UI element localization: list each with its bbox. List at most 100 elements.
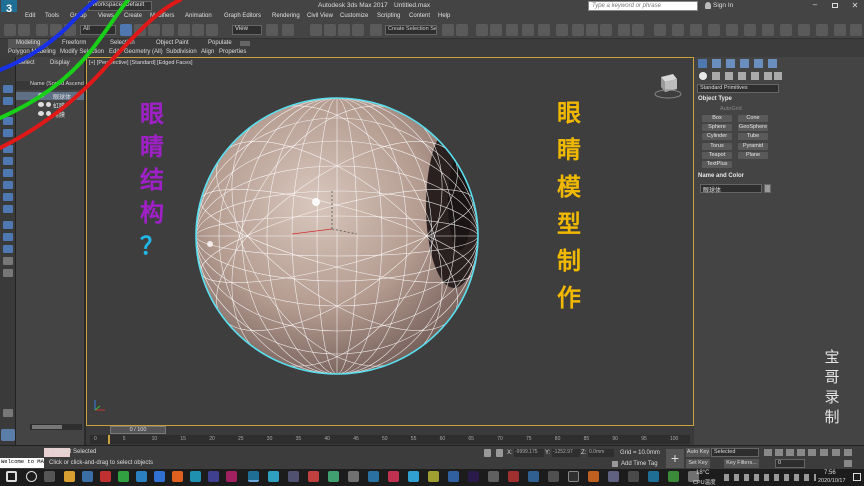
textplus-button[interactable]: TextPlus: [702, 161, 732, 168]
auto-key-button[interactable]: Auto Key: [686, 448, 710, 457]
perspective-viewport[interactable]: [+] [Perspective] [Standard] [Edged Face…: [86, 57, 694, 426]
percent-snap-icon[interactable]: [338, 24, 350, 36]
teapot-button[interactable]: Teapot: [702, 152, 732, 159]
teapot-render-2-icon[interactable]: [632, 24, 644, 36]
task-view-icon[interactable]: [44, 471, 55, 482]
cylinder-button[interactable]: Cylinder: [702, 133, 732, 140]
lock-selection-icon[interactable]: [484, 449, 491, 457]
taskbar-app-7-icon[interactable]: [172, 471, 183, 482]
menu-group[interactable]: Group: [70, 13, 87, 19]
y-coordinate-field[interactable]: -1252.97: [552, 449, 580, 457]
set-key-button[interactable]: Set Key: [686, 459, 710, 468]
taskbar-app-12-icon[interactable]: [288, 471, 299, 482]
time-slider[interactable]: 0 / 100: [110, 426, 166, 434]
maximize-button[interactable]: [826, 0, 844, 11]
material-editor-icon[interactable]: [556, 24, 568, 36]
tool-icon-2[interactable]: [3, 97, 13, 105]
tab-selection[interactable]: Selection: [110, 40, 135, 46]
maxscript-listener[interactable]: Welcome to MAX: [0, 458, 44, 468]
lights-icon[interactable]: [725, 72, 733, 80]
object-color-swatch[interactable]: [764, 184, 771, 193]
cmd-tab-motion-icon[interactable]: [740, 59, 749, 68]
align-icon[interactable]: [456, 24, 468, 36]
sign-in-icon[interactable]: [705, 2, 711, 9]
cmd-tab-utilities-icon[interactable]: [768, 59, 777, 68]
taskbar-app-8-icon[interactable]: [190, 471, 201, 482]
rotate-icon[interactable]: [192, 24, 204, 36]
menu-rendering[interactable]: Rendering: [272, 13, 300, 19]
spinner-snap-icon[interactable]: [352, 24, 364, 36]
space-warps-icon[interactable]: [764, 72, 772, 80]
add-time-tag[interactable]: Add Time Tag: [621, 461, 658, 467]
next-frame-icon[interactable]: [797, 449, 805, 456]
viewport-label[interactable]: [+] [Perspective] [Standard] [Edged Face…: [89, 60, 193, 66]
tool-icon-15[interactable]: [3, 269, 13, 277]
plugin-icon-11[interactable]: [834, 24, 846, 36]
tab-modeling[interactable]: Modeling: [8, 39, 49, 48]
systems-icon[interactable]: [774, 72, 782, 80]
edit-named-selection-icon[interactable]: [370, 24, 382, 36]
set-key-big-button[interactable]: +: [666, 449, 684, 468]
orbit-icon[interactable]: [844, 449, 852, 456]
angle-snap-icon[interactable]: [324, 24, 336, 36]
tray-icons[interactable]: [724, 474, 816, 481]
cmd-tab-display-icon[interactable]: [754, 59, 763, 68]
tool-icon-1[interactable]: [3, 85, 13, 93]
cmd-tab-hierarchy-icon[interactable]: [726, 59, 735, 68]
workspace-selector[interactable]: Workspace: Default: [88, 1, 152, 11]
tool-icon-3[interactable]: [3, 117, 13, 125]
object-name-input[interactable]: 眼球体: [700, 184, 762, 194]
geosphere-button[interactable]: GeoSphere: [738, 124, 768, 131]
visibility-eye-icon[interactable]: [38, 111, 44, 116]
clock-time[interactable]: 7:56: [824, 470, 836, 476]
object-type-header[interactable]: Object Type: [698, 96, 778, 102]
x-coordinate-field[interactable]: -9999.175: [514, 449, 544, 457]
go-to-start-icon[interactable]: [764, 449, 772, 456]
plugin-icon-3[interactable]: [690, 24, 702, 36]
key-mode-dropdown[interactable]: Selected: [711, 448, 759, 457]
plugin-icon-10[interactable]: [816, 24, 828, 36]
scene-item-0[interactable]: 眼球体: [16, 92, 84, 101]
taskbar-app-10-icon[interactable]: [226, 471, 237, 482]
tab-freeform[interactable]: Freeform: [62, 40, 86, 46]
window-crossing-icon[interactable]: [162, 24, 174, 36]
tool-icon-6[interactable]: [3, 157, 13, 165]
taskbar-app-20-icon[interactable]: [448, 471, 459, 482]
taskbar-app-21-icon[interactable]: [488, 471, 499, 482]
taskbar-app-4-icon[interactable]: [118, 471, 129, 482]
cmd-tab-create-icon[interactable]: [698, 59, 707, 68]
menu-modifiers[interactable]: Modifiers: [150, 13, 174, 19]
go-to-end-icon[interactable]: [808, 449, 816, 456]
toggle-scene-explorer-icon[interactable]: [476, 24, 488, 36]
tool-icon-11[interactable]: [3, 221, 13, 229]
ribbon-geometry-all[interactable]: Geometry (All): [124, 49, 163, 55]
teapot-render-icon[interactable]: [618, 24, 630, 36]
menu-tools[interactable]: Tools: [45, 13, 59, 19]
sphere-button[interactable]: Sphere: [702, 124, 732, 131]
viewcube-icon[interactable]: [653, 72, 683, 100]
taskbar-app-15-icon[interactable]: [348, 471, 359, 482]
taskbar-app-25-icon[interactable]: [568, 471, 579, 482]
shapes-icon[interactable]: [712, 72, 720, 80]
pan-icon[interactable]: [832, 449, 840, 456]
render-setup-icon[interactable]: [572, 24, 584, 36]
autogrid-checkbox[interactable]: AutoGrid: [720, 106, 742, 112]
taskbar-app-6-icon[interactable]: [154, 471, 165, 482]
scene-tab-display[interactable]: Display: [50, 60, 70, 66]
toggle-layer-explorer-icon[interactable]: [490, 24, 502, 36]
move-icon[interactable]: [178, 24, 190, 36]
link-icon[interactable]: [36, 24, 48, 36]
search-input[interactable]: Type a keyword or phrase: [588, 1, 698, 11]
taskbar-app-23-icon[interactable]: [528, 471, 539, 482]
pivot-center-icon[interactable]: [266, 24, 278, 36]
name-and-color-header[interactable]: Name and Color: [698, 173, 778, 179]
render-production-icon[interactable]: [600, 24, 612, 36]
cmd-tab-modify-icon[interactable]: [712, 59, 721, 68]
visibility-eye-icon[interactable]: [38, 93, 44, 98]
toggle-ribbon-icon[interactable]: [506, 24, 518, 36]
tool-icon-16[interactable]: [3, 409, 13, 417]
menu-customize[interactable]: Customize: [340, 13, 368, 19]
taskbar-app-19-icon[interactable]: [428, 471, 439, 482]
tool-icon-13[interactable]: [3, 245, 13, 253]
schematic-view-icon[interactable]: [538, 24, 550, 36]
